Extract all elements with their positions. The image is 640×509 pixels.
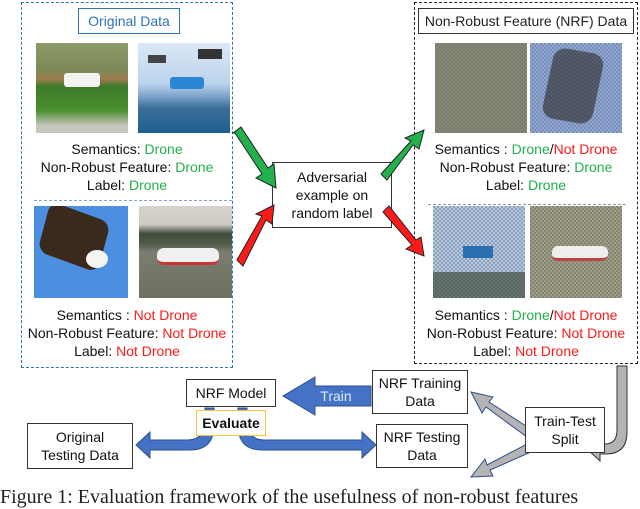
split-to-testing-arrow bbox=[469, 443, 532, 478]
split-to-training-arrow bbox=[470, 391, 533, 438]
nrf-testing-line-1: NRF Testing bbox=[383, 429, 461, 445]
nrf-testing-line-2: Data bbox=[407, 447, 437, 463]
figure-caption: Figure 1: Evaluation framework of the us… bbox=[0, 486, 579, 508]
original-testing-line-2: Testing Data bbox=[41, 447, 119, 463]
train-test-split-box: Train-Test Split bbox=[525, 407, 605, 453]
train-label: Train bbox=[320, 388, 352, 404]
nrf-training-line-2: Data bbox=[405, 393, 435, 409]
original-testing-data-box: Original Testing Data bbox=[27, 423, 133, 469]
nrf-model-box: NRF Model bbox=[186, 379, 276, 407]
train-test-line-2: Split bbox=[551, 431, 579, 447]
green-arrow-in bbox=[231, 126, 277, 189]
nrf-training-data-box: NRF Training Data bbox=[372, 370, 468, 414]
train-test-line-1: Train-Test bbox=[534, 413, 596, 429]
green-arrow-out bbox=[380, 129, 425, 181]
red-arrow-in bbox=[236, 204, 275, 267]
red-arrow-out bbox=[382, 205, 425, 257]
evaluate-label: Evaluate bbox=[196, 410, 266, 436]
original-testing-line-1: Original bbox=[55, 429, 105, 445]
nrf-testing-data-box: NRF Testing Data bbox=[376, 424, 468, 468]
nrf-training-line-1: NRF Training bbox=[378, 375, 462, 391]
